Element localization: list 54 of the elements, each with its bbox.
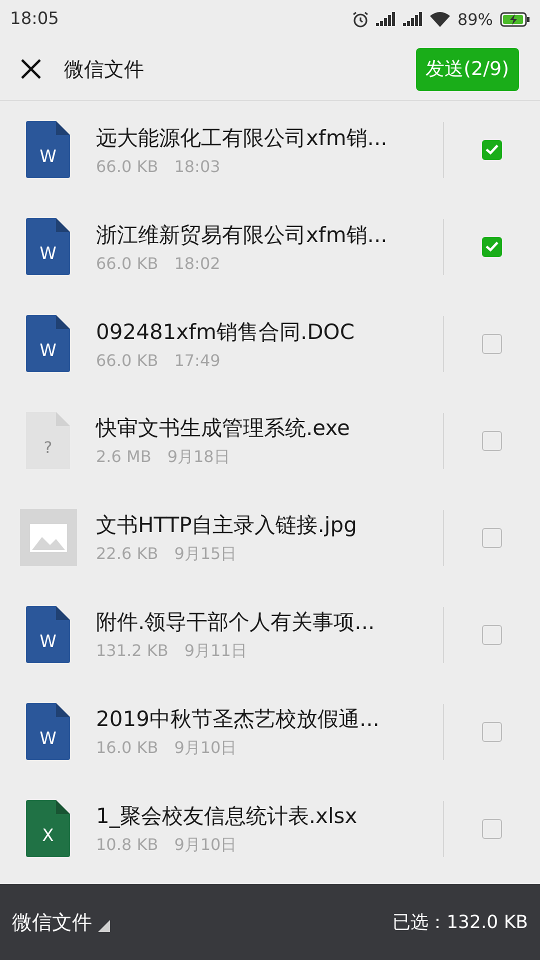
file-size: 66.0 KB bbox=[96, 350, 158, 370]
checkbox[interactable] bbox=[482, 140, 502, 160]
word-file-icon: W bbox=[26, 606, 70, 663]
close-icon[interactable] bbox=[20, 58, 42, 80]
file-date: 17:49 bbox=[174, 350, 220, 370]
file-date: 9月11日 bbox=[184, 640, 247, 662]
file-name[interactable]: 092481xfm销售合同.DOC bbox=[96, 318, 443, 346]
selected-size: 已选：132.0 KB bbox=[392, 911, 528, 934]
file-date: 9月15日 bbox=[174, 544, 237, 564]
file-name[interactable]: 文书HTTP自主录入链接.jpg bbox=[96, 510, 443, 538]
file-date: 9月10日 bbox=[174, 738, 237, 758]
dropdown-triangle-icon[interactable] bbox=[98, 920, 110, 932]
folder-selector[interactable]: 微信文件 bbox=[12, 908, 92, 936]
file-size: 22.6 KB bbox=[96, 544, 158, 564]
file-size: 131.2 KB bbox=[96, 640, 168, 662]
checkmark-icon bbox=[485, 144, 499, 155]
file-name[interactable]: 远大能源化工有限公司xfm销... bbox=[96, 124, 443, 152]
word-file-icon: W bbox=[26, 218, 70, 275]
word-file-icon: W bbox=[26, 703, 70, 760]
word-file-icon: W bbox=[26, 315, 70, 372]
file-name[interactable]: 快审文书生成管理系统.exe bbox=[96, 414, 443, 442]
status-time: 18:05 bbox=[10, 9, 59, 29]
excel-file-icon: X bbox=[26, 800, 70, 857]
checkbox[interactable] bbox=[482, 818, 502, 838]
file-date: 18:03 bbox=[174, 156, 220, 176]
file-date: 18:02 bbox=[174, 254, 220, 272]
checkbox[interactable] bbox=[482, 236, 502, 256]
checkbox[interactable] bbox=[482, 722, 502, 742]
file-size: 2.6 MB bbox=[96, 446, 152, 468]
unknown-file-icon: ? bbox=[26, 412, 70, 469]
signal-icon bbox=[403, 12, 424, 26]
file-date: 9月18日 bbox=[167, 446, 230, 468]
file-size: 66.0 KB bbox=[96, 254, 158, 272]
wifi-icon bbox=[430, 12, 450, 26]
alarm-icon bbox=[352, 10, 370, 28]
file-date: 9月10日 bbox=[174, 834, 237, 856]
page-title: 微信文件 bbox=[64, 56, 145, 82]
word-file-icon: W bbox=[26, 121, 70, 178]
file-size: 10.8 KB bbox=[96, 834, 158, 856]
battery-charging-icon bbox=[500, 12, 530, 26]
checkbox[interactable] bbox=[482, 624, 502, 644]
file-size: 16.0 KB bbox=[96, 738, 158, 758]
file-name[interactable]: 2019中秋节圣杰艺校放假通... bbox=[96, 704, 443, 732]
file-name[interactable]: 浙江维新贸易有限公司xfm销... bbox=[96, 220, 443, 248]
file-size: 66.0 KB bbox=[96, 156, 158, 176]
file-name[interactable]: 1_聚会校友信息统计表.xlsx bbox=[96, 802, 443, 830]
checkbox[interactable] bbox=[482, 430, 502, 450]
checkbox[interactable] bbox=[482, 528, 502, 548]
file-name[interactable]: 附件.领导干部个人有关事项... bbox=[96, 608, 443, 636]
image-file-icon bbox=[20, 509, 76, 566]
signal-icon bbox=[376, 12, 396, 26]
checkmark-icon bbox=[485, 241, 499, 252]
battery-percent: 89% bbox=[457, 10, 493, 28]
checkbox[interactable] bbox=[482, 334, 502, 354]
